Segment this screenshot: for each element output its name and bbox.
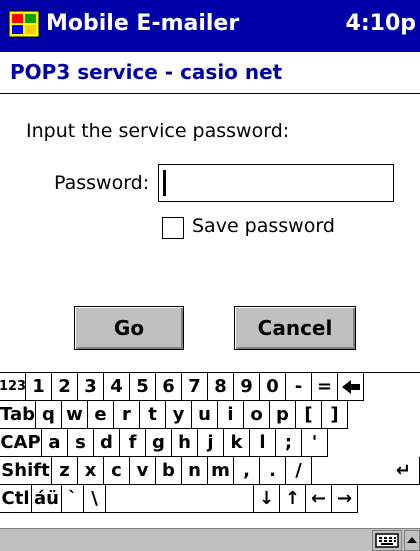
key-up[interactable]: ↑ bbox=[280, 485, 306, 513]
key-backtick[interactable]: ` bbox=[62, 485, 84, 513]
key-d[interactable]: d bbox=[94, 429, 120, 457]
key-a[interactable]: a bbox=[42, 429, 68, 457]
key-x[interactable]: x bbox=[78, 457, 104, 485]
key-5[interactable]: 5 bbox=[130, 373, 156, 401]
input-menu-button[interactable] bbox=[404, 530, 420, 551]
service-title: POP3 service - casio net bbox=[10, 60, 283, 84]
key-o[interactable]: o bbox=[244, 401, 270, 429]
key-m[interactable]: m bbox=[208, 457, 234, 485]
sub-header: POP3 service - casio net bbox=[0, 52, 420, 94]
key-123[interactable]: 123 bbox=[0, 373, 26, 401]
key-8[interactable]: 8 bbox=[208, 373, 234, 401]
password-input[interactable] bbox=[158, 164, 394, 202]
key-n[interactable]: n bbox=[182, 457, 208, 485]
key-backspace[interactable] bbox=[338, 373, 364, 401]
key-9[interactable]: 9 bbox=[234, 373, 260, 401]
key-e[interactable]: e bbox=[88, 401, 114, 429]
key-right[interactable]: → bbox=[332, 485, 358, 513]
key-3[interactable]: 3 bbox=[78, 373, 104, 401]
password-prompt: Input the service password: bbox=[26, 120, 290, 142]
key-g[interactable]: g bbox=[146, 429, 172, 457]
key-z[interactable]: z bbox=[52, 457, 78, 485]
key-left[interactable]: ← bbox=[306, 485, 332, 513]
backspace-icon bbox=[341, 379, 360, 394]
key-period[interactable]: . bbox=[260, 457, 286, 485]
key-quote[interactable]: ' bbox=[302, 429, 328, 457]
save-password-label[interactable]: Save password bbox=[192, 215, 335, 237]
key-backslash[interactable]: \ bbox=[84, 485, 106, 513]
key-7[interactable]: 7 bbox=[182, 373, 208, 401]
key-k[interactable]: k bbox=[224, 429, 250, 457]
key-t[interactable]: t bbox=[140, 401, 166, 429]
key-2[interactable]: 2 bbox=[52, 373, 78, 401]
key-shift[interactable]: Shift bbox=[0, 457, 52, 485]
key-intl[interactable]: áü bbox=[32, 485, 62, 513]
app-title: Mobile E-mailer bbox=[46, 11, 240, 36]
key-i[interactable]: i bbox=[218, 401, 244, 429]
key-open-bracket[interactable]: [ bbox=[296, 401, 322, 429]
key-slash[interactable]: / bbox=[286, 457, 312, 485]
key-tab[interactable]: Tab bbox=[0, 401, 36, 429]
key-r[interactable]: r bbox=[114, 401, 140, 429]
key-semicolon[interactable]: ; bbox=[276, 429, 302, 457]
soft-keyboard: 123 1 2 3 4 5 6 7 8 9 0 - = Tab q w e r … bbox=[0, 372, 420, 528]
key-w[interactable]: w bbox=[62, 401, 88, 429]
start-menu-icon[interactable] bbox=[8, 10, 40, 38]
key-ctrl[interactable]: Ctl bbox=[0, 485, 32, 513]
key-v[interactable]: v bbox=[130, 457, 156, 485]
key-4[interactable]: 4 bbox=[104, 373, 130, 401]
key-0[interactable]: 0 bbox=[260, 373, 286, 401]
password-label: Password: bbox=[54, 172, 150, 194]
up-arrow-icon bbox=[407, 537, 417, 543]
key-comma[interactable]: , bbox=[234, 457, 260, 485]
key-6[interactable]: 6 bbox=[156, 373, 182, 401]
key-space[interactable] bbox=[106, 485, 254, 513]
key-close-bracket[interactable]: ] bbox=[322, 401, 348, 429]
text-caret bbox=[163, 170, 166, 196]
key-q[interactable]: q bbox=[36, 401, 62, 429]
menu-bar bbox=[0, 528, 420, 551]
key-u[interactable]: u bbox=[192, 401, 218, 429]
key-enter[interactable]: ↵ bbox=[312, 457, 420, 485]
save-password-checkbox[interactable] bbox=[162, 217, 184, 239]
title-bar: Mobile E-mailer 4:10p bbox=[0, 0, 420, 52]
keyboard-icon bbox=[375, 533, 399, 548]
key-1[interactable]: 1 bbox=[26, 373, 52, 401]
key-h[interactable]: h bbox=[172, 429, 198, 457]
go-button[interactable]: Go bbox=[74, 306, 184, 350]
key-f[interactable]: f bbox=[120, 429, 146, 457]
key-down[interactable]: ↓ bbox=[254, 485, 280, 513]
key-j[interactable]: j bbox=[198, 429, 224, 457]
key-equals[interactable]: = bbox=[312, 373, 338, 401]
key-minus[interactable]: - bbox=[286, 373, 312, 401]
cancel-button[interactable]: Cancel bbox=[234, 306, 356, 350]
key-caps[interactable]: CAP bbox=[0, 429, 42, 457]
input-panel-button[interactable] bbox=[372, 530, 402, 551]
key-b[interactable]: b bbox=[156, 457, 182, 485]
key-c[interactable]: c bbox=[104, 457, 130, 485]
key-y[interactable]: y bbox=[166, 401, 192, 429]
clock[interactable]: 4:10p bbox=[346, 11, 416, 36]
key-p[interactable]: p bbox=[270, 401, 296, 429]
key-s[interactable]: s bbox=[68, 429, 94, 457]
key-l[interactable]: l bbox=[250, 429, 276, 457]
